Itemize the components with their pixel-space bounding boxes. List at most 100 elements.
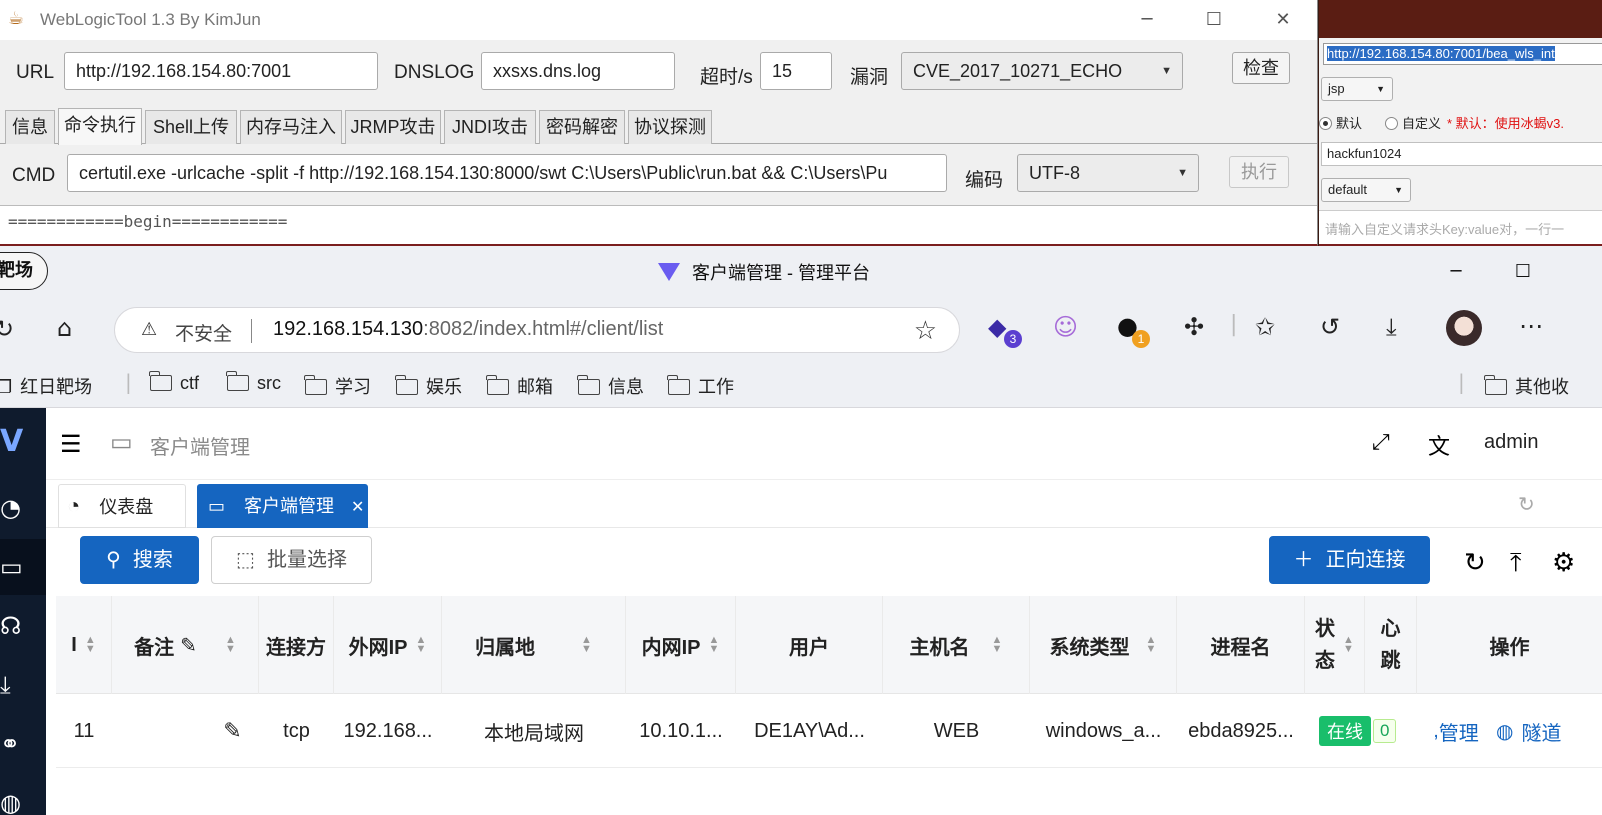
favorite-star-icon[interactable]: ☆ — [914, 316, 937, 346]
tab-info[interactable]: 信息 — [5, 110, 55, 144]
bookmark-folder[interactable]: 学习 — [304, 373, 371, 399]
edit-remark-icon[interactable]: ✎ — [206, 694, 259, 768]
cell-user: DE1AY\Ad... — [754, 719, 865, 742]
refresh-icon[interactable]: ↻ — [0, 317, 14, 341]
reload-icon[interactable]: ↻ — [1464, 547, 1486, 578]
address-bar[interactable]: ⚠ 不安全 192.168.154.130:8082/index.html#/c… — [114, 307, 960, 353]
cell-internal-ip: 10.10.1... — [639, 719, 723, 742]
radio-off-icon — [1385, 117, 1398, 130]
site-logo-icon — [658, 263, 680, 281]
extensions-puzzle-icon[interactable]: ✣ — [1184, 315, 1204, 339]
tunnel-link[interactable]: ◍ 隧道 — [1496, 694, 1602, 768]
tab-dashboard[interactable]: ◔ 仪表盘 — [58, 484, 186, 528]
col-public-ip[interactable]: 外网IP ▲ ▼ — [334, 596, 442, 694]
col-location[interactable]: 归属地 ▲ ▼ — [442, 596, 626, 694]
shell-password-input[interactable]: hackfun1024 — [1321, 142, 1602, 166]
workspace-button[interactable]: 靶场 — [0, 252, 48, 290]
close-icon[interactable]: ✕ — [1260, 6, 1306, 34]
favorites-icon[interactable]: ✩ — [1255, 315, 1275, 339]
bookmark-label: 邮箱 — [517, 377, 553, 397]
maximize-icon[interactable]: ☐ — [1191, 6, 1237, 34]
export-icon[interactable]: ⤒ — [1510, 547, 1522, 579]
encoding-select[interactable]: UTF-8 ▼ — [1017, 154, 1199, 192]
col-internal-ip[interactable]: 内网IP ▲ ▼ — [626, 596, 736, 694]
divider — [251, 319, 252, 343]
url-input[interactable]: http://192.168.154.80:7001 — [64, 52, 378, 90]
vuln-select[interactable]: CVE_2017_10271_ECHO ▼ — [901, 52, 1183, 90]
bookmark-folder[interactable]: 工作 — [667, 373, 734, 399]
tab-jndi[interactable]: JNDI攻击 — [444, 110, 536, 144]
home-icon[interactable]: ⌂ — [57, 316, 72, 340]
cmd-input[interactable]: certutil.exe -urlcache -split -f http://… — [67, 154, 947, 192]
output-area[interactable]: ============begin============ — [0, 205, 1317, 244]
col-label: 心跳 — [1381, 613, 1401, 677]
maximize-icon[interactable]: ☐ — [1500, 258, 1546, 286]
nav-headset-icon[interactable]: ☊ — [0, 598, 46, 654]
profile-avatar[interactable] — [1446, 310, 1482, 346]
sort-icon: ▲ ▼ — [1343, 634, 1354, 655]
extension-character-icon[interactable]: ☺ — [1053, 315, 1078, 339]
col-status[interactable]: 状态 ▲ ▼ — [1305, 596, 1365, 694]
tab-jrmp[interactable]: JRMP攻击 — [345, 110, 441, 144]
monitor-icon: ▭ — [208, 496, 226, 516]
radio-custom[interactable]: 自定义 — [1385, 113, 1441, 132]
minimize-icon[interactable]: ─ — [1433, 258, 1479, 286]
nav-more-icon[interactable]: ◍ — [0, 775, 46, 815]
more-menu-icon[interactable]: ⋯ — [1519, 314, 1543, 338]
col-hostname[interactable]: 主机名 ▲ ▼ — [883, 596, 1030, 694]
fullscreen-icon[interactable]: ⤢ — [1372, 429, 1390, 455]
dnslog-input[interactable]: xxsxs.dns.log — [481, 52, 675, 90]
shell-url-input[interactable]: http://192.168.154.80:7001/bea_wls_int — [1323, 43, 1602, 65]
nav-link-icon[interactable]: ⚭ — [0, 716, 46, 772]
bookmark-folder[interactable]: src — [226, 371, 281, 394]
nav-client-icon[interactable]: ▭ — [0, 539, 46, 595]
translate-icon[interactable]: 文 — [1428, 429, 1450, 461]
col-actions: 操作 — [1417, 596, 1602, 694]
headers-textarea[interactable]: 请输入自定义请求头Key:value对，一行一 — [1319, 210, 1602, 244]
folder-icon — [577, 375, 600, 395]
check-button[interactable]: 检查 — [1232, 52, 1290, 84]
tab-probe[interactable]: 协议探测 — [628, 110, 712, 144]
close-tab-icon[interactable]: ✕ — [351, 499, 364, 516]
nav-dashboard-icon[interactable]: ◔ — [0, 480, 46, 536]
col-label-line: 心 — [1380, 618, 1401, 640]
bookmark-item[interactable]: ❐ 红日靶场 — [0, 373, 92, 399]
tab-decrypt[interactable]: 密码解密 — [539, 110, 625, 144]
tab-command[interactable]: 命令执行 — [58, 108, 142, 145]
folder-icon — [667, 375, 690, 395]
tab-client-management[interactable]: ▭ 客户端管理 ✕ — [197, 484, 368, 528]
nav-download-icon[interactable]: ⤓ — [0, 657, 46, 713]
col-label: 系统类型 — [1049, 636, 1130, 659]
history-icon[interactable]: ↺ — [1320, 315, 1340, 339]
bookmark-folder[interactable]: ctf — [149, 371, 199, 394]
search-button[interactable]: ⚲ 搜索 — [80, 536, 199, 584]
other-bookmarks-label: 其他收 — [1515, 377, 1569, 397]
forward-connect-button[interactable]: ＋ 正向连接 — [1269, 536, 1430, 584]
app-icon: ☕ — [8, 8, 25, 29]
bookmark-folder[interactable]: 娱乐 — [395, 373, 462, 399]
profile-select[interactable]: default ▼ — [1321, 178, 1411, 202]
tab-shell-upload[interactable]: Shell上传 — [145, 110, 237, 144]
bookmark-folder[interactable]: 信息 — [577, 373, 644, 399]
status-badge: 在线 — [1319, 716, 1371, 746]
batch-select-button[interactable]: ⬚ 批量选择 — [211, 536, 372, 584]
bookmark-folder[interactable]: 邮箱 — [486, 373, 553, 399]
refresh-tab-icon[interactable]: ↻ — [1518, 492, 1535, 517]
col-user: 用户 — [736, 596, 883, 694]
other-bookmarks[interactable]: 其他收 — [1484, 373, 1569, 399]
cmd-label: CMD — [12, 165, 56, 186]
tab-memshell[interactable]: 内存马注入 — [240, 110, 342, 144]
col-remark[interactable]: 备注 ✎ ▲ ▼ — [112, 596, 259, 694]
manage-link[interactable]: , 管理 — [1426, 694, 1486, 768]
col-id[interactable]: I ▲ ▼ — [56, 596, 112, 694]
user-name[interactable]: admin — [1484, 431, 1538, 454]
minimize-icon[interactable]: ─ — [1124, 6, 1170, 34]
settings-icon[interactable]: ⚙ — [1552, 547, 1575, 578]
collapse-menu-icon[interactable]: ☰ — [60, 430, 82, 459]
downloads-icon[interactable]: ⤓ — [1386, 315, 1397, 339]
timeout-input[interactable]: 15 — [760, 52, 832, 90]
shell-type-select[interactable]: jsp ▼ — [1321, 77, 1393, 101]
execute-button[interactable]: 执行 — [1229, 156, 1289, 188]
col-os[interactable]: 系统类型 ▲ ▼ — [1030, 596, 1177, 694]
radio-default[interactable]: 默认 — [1319, 113, 1362, 132]
